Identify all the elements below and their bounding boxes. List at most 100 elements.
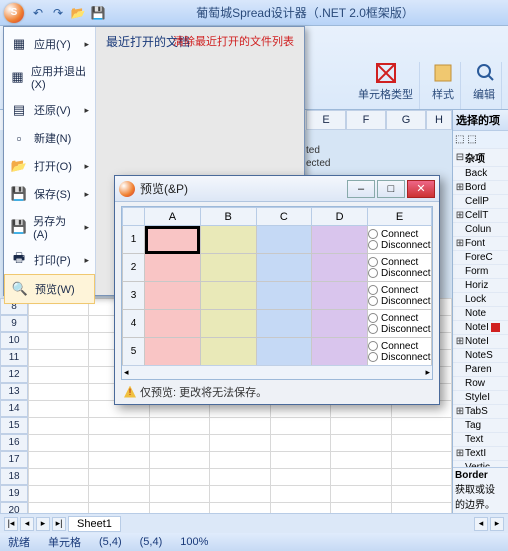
row-header[interactable]: 2 [123, 254, 145, 282]
cell[interactable] [200, 310, 256, 338]
radio-icon[interactable] [368, 268, 378, 278]
cell[interactable] [145, 282, 201, 310]
menu-preview[interactable]: 🔍预览(W) [4, 274, 95, 304]
dialog-h-scroll[interactable]: ◂ ▸ [122, 365, 432, 379]
cell[interactable] [200, 282, 256, 310]
scroll-right-icon[interactable]: ▸ [425, 367, 430, 378]
ribbon-group-celltype[interactable]: 单元格类型 [352, 62, 420, 109]
menu-open[interactable]: 📂打开(O)▸ [4, 152, 95, 180]
menu-restore[interactable]: ▤还原(V)▸ [4, 96, 95, 124]
corner-cell[interactable] [123, 208, 145, 226]
row-header[interactable]: 10 [0, 332, 28, 349]
prop-item[interactable]: ⊞Font [453, 237, 508, 251]
menu-saveas[interactable]: 💾另存为(A)▸ [4, 208, 95, 246]
row-header[interactable]: 9 [0, 315, 28, 332]
prop-item[interactable]: ForeC [453, 251, 508, 265]
save-button[interactable]: 💾 [90, 5, 106, 21]
row-header[interactable]: 1 [123, 226, 145, 254]
cell[interactable] [312, 254, 368, 282]
prop-item[interactable]: Text [453, 433, 508, 447]
row-header[interactable]: 17 [0, 451, 28, 468]
preview-grid[interactable]: A B C D E 1 ConnectDisconnect 2 ConnectD… [122, 207, 432, 366]
row-header[interactable]: 13 [0, 383, 28, 400]
prop-item[interactable]: Tag [453, 419, 508, 433]
col-header[interactable]: C [256, 208, 312, 226]
cell[interactable] [200, 226, 256, 254]
prop-item[interactable]: StyleI [453, 391, 508, 405]
col-header[interactable]: D [312, 208, 368, 226]
row-header[interactable]: 20 [0, 502, 28, 513]
cell[interactable] [145, 338, 201, 366]
dialog-titlebar[interactable]: 预览(&P) – □ ✕ [115, 176, 439, 202]
cell[interactable] [145, 254, 201, 282]
cell[interactable] [145, 310, 201, 338]
ribbon-group-edit[interactable]: 编辑 [467, 62, 502, 109]
cell[interactable] [256, 226, 312, 254]
col-header[interactable]: E [368, 208, 432, 226]
prop-toolbar[interactable]: ⬚ ⬚ [453, 131, 508, 149]
tab-nav-prev[interactable]: ◂ [20, 517, 34, 531]
row-header[interactable]: 11 [0, 349, 28, 366]
clear-recent-link[interactable]: 清除最近打开的文件列表 [173, 33, 294, 49]
radio-icon[interactable] [368, 341, 378, 351]
col-header[interactable]: G [386, 110, 426, 130]
radio-icon[interactable] [368, 296, 378, 306]
cell[interactable] [256, 282, 312, 310]
tab-nav-first[interactable]: |◂ [4, 517, 18, 531]
prop-item[interactable]: ⊞Bord [453, 181, 508, 195]
prop-item[interactable]: Back [453, 167, 508, 181]
close-button[interactable]: ✕ [407, 180, 435, 198]
radio-icon[interactable] [368, 257, 378, 267]
prop-item[interactable]: Colun [453, 223, 508, 237]
expand-icon[interactable]: ⊞ [455, 406, 465, 417]
minimize-button[interactable]: – [347, 180, 375, 198]
prop-group[interactable]: ⊟杂项 [453, 149, 508, 167]
cell[interactable] [256, 254, 312, 282]
cell[interactable]: ConnectDisconnect [368, 338, 432, 366]
cell[interactable] [312, 338, 368, 366]
prop-item[interactable]: Paren [453, 363, 508, 377]
prop-item[interactable]: ⊞CellT [453, 209, 508, 223]
col-header[interactable]: H [426, 110, 452, 130]
prop-item[interactable]: NoteS [453, 349, 508, 363]
row-header[interactable]: 15 [0, 417, 28, 434]
row-header[interactable]: 16 [0, 434, 28, 451]
prop-item[interactable]: Form [453, 265, 508, 279]
selected-cell[interactable] [145, 226, 201, 254]
prop-item[interactable]: NoteI [453, 321, 508, 335]
undo-button[interactable]: ↶ [30, 5, 46, 21]
col-header[interactable]: F [346, 110, 386, 130]
expand-icon[interactable]: ⊞ [455, 182, 465, 193]
prop-item[interactable]: Row [453, 377, 508, 391]
cell[interactable] [312, 282, 368, 310]
menu-save[interactable]: 💾保存(S)▸ [4, 180, 95, 208]
row-header[interactable]: 4 [123, 310, 145, 338]
cell[interactable] [256, 310, 312, 338]
app-logo[interactable]: S [4, 3, 24, 23]
cell[interactable]: ConnectDisconnect [368, 226, 432, 254]
prop-item[interactable]: ⊞NoteI [453, 335, 508, 349]
cell[interactable]: ConnectDisconnect [368, 254, 432, 282]
col-header[interactable]: B [200, 208, 256, 226]
row-header[interactable]: 5 [123, 338, 145, 366]
menu-apply[interactable]: ▦应用(Y)▸ [4, 30, 95, 58]
row-header[interactable]: 14 [0, 400, 28, 417]
row-header[interactable]: 3 [123, 282, 145, 310]
tab-nav-next[interactable]: ▸ [36, 517, 50, 531]
expand-icon[interactable]: ⊞ [455, 210, 465, 221]
cell[interactable] [256, 338, 312, 366]
col-header[interactable]: A [145, 208, 201, 226]
menu-print[interactable]: 🖶打印(P)▸ [4, 246, 95, 274]
prop-item[interactable]: ⊞TextI [453, 447, 508, 461]
expand-icon[interactable]: ⊞ [455, 238, 465, 249]
radio-icon[interactable] [368, 285, 378, 295]
radio-icon[interactable] [368, 229, 378, 239]
radio-icon[interactable] [368, 352, 378, 362]
tab-nav-last[interactable]: ▸| [52, 517, 66, 531]
radio-icon[interactable] [368, 324, 378, 334]
expand-icon[interactable]: ⊞ [455, 336, 465, 347]
col-header[interactable]: E [306, 110, 346, 130]
menu-apply-exit[interactable]: ▦应用并退出(X) [4, 58, 95, 96]
prop-item[interactable]: ⊞TabS [453, 405, 508, 419]
cell[interactable]: ConnectDisconnect [368, 282, 432, 310]
